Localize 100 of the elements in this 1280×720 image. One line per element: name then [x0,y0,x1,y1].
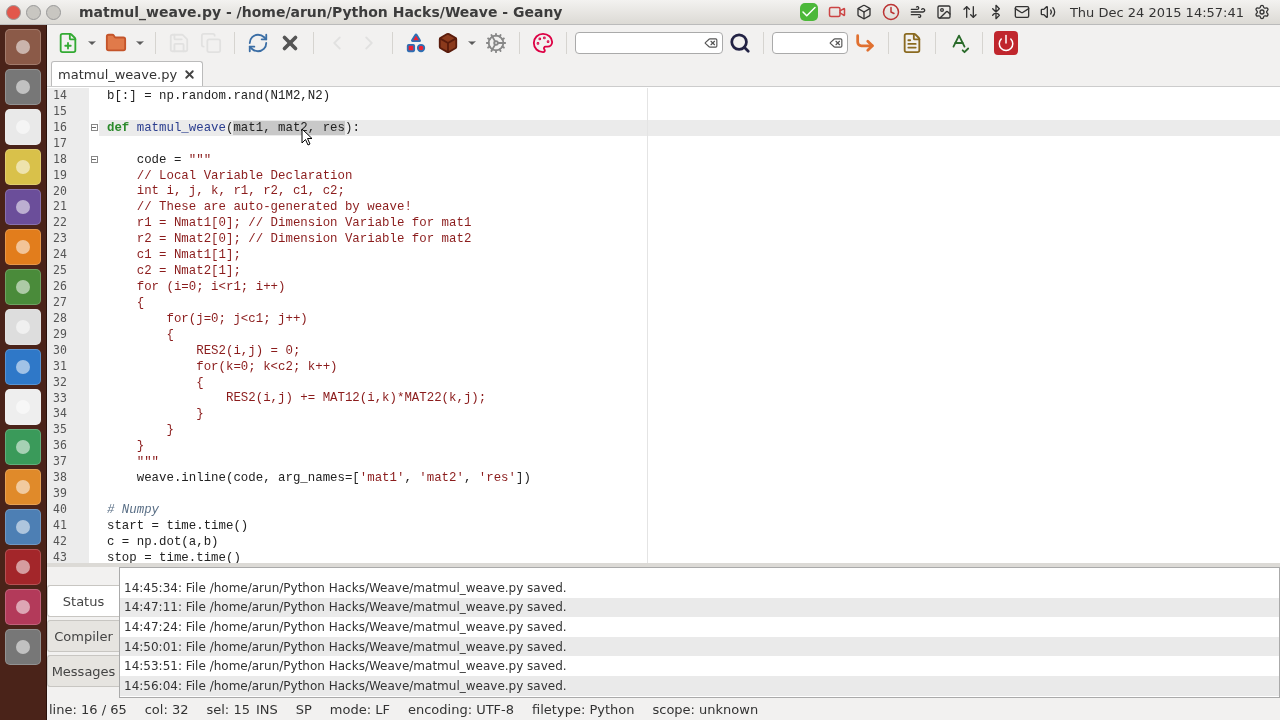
log-entry: 14:56:04: File /home/arun/Python Hacks/Weave/matmul_weave.py saved. [120,675,1279,696]
line-number: 16 [53,119,68,136]
launcher-app-icon[interactable] [5,309,41,345]
fold-toggle[interactable] [90,156,98,164]
code-line: c1 = Nmat1[1]; [135,248,241,263]
mail-icon[interactable] [1013,4,1030,20]
launcher-app-icon[interactable] [5,269,41,305]
panel-tab[interactable]: Status [47,585,119,617]
code-line: for(j=0; j<c1; j++) [165,311,308,326]
maximize-button[interactable] [46,4,61,20]
code-line: // These are auto-generated by weave! [135,200,412,215]
line-number: 27 [53,295,68,311]
minimize-button[interactable] [26,4,41,20]
log-entry: 14:47:11: File /home/arun/Python Hacks/Weave/matmul_weave.py saved. [120,597,1279,618]
code-line: weave.inline(code, arg_names=['mat1', 'mat2', 'res']) [135,471,531,486]
status-item: mode: LF [329,701,390,717]
line-number: 20 [53,183,68,200]
line-number: 43 [53,549,68,563]
line-number: 32 [53,374,68,391]
log-entry: 14:50:01: File /home/arun/Python Hacks/Weave/matmul_weave.py saved. [120,636,1279,657]
launcher-app-icon[interactable] [5,549,41,585]
status-item: encoding: UTF-8 [407,701,515,717]
code-line: r1 = Nmat1[0]; // Dimension Variable for mat1 [135,216,472,231]
status-item: line: 16 / 65 [49,701,127,717]
clear-icon [704,35,718,50]
search-icon [729,31,751,54]
close-icon[interactable] [183,67,197,81]
check-icon[interactable] [799,3,818,21]
launcher-app-icon[interactable] [5,629,41,665]
line-number: 42 [53,533,68,550]
launcher-app-icon[interactable] [5,389,41,425]
launcher-app-icon[interactable] [5,109,41,145]
line-number: 34 [53,406,68,423]
code-line: c2 = Nmat2[1]; [135,264,241,279]
line-number: 36 [53,438,68,455]
launcher-app-icon[interactable] [5,149,41,185]
code-line: c = np.dot(a,b) [106,534,219,549]
launcher-app-icon[interactable] [5,229,41,265]
line-number: 37 [53,454,68,471]
line-number: 15 [53,103,68,120]
code-line: """ [135,455,160,470]
status-item: sel: 15 [206,701,250,717]
code-line: start = time.time() [106,518,249,533]
settings-icon[interactable] [1254,4,1270,20]
status-item: col: 32 [144,701,189,717]
line-number: 39 [53,486,68,502]
status-item: INS [255,701,278,717]
code-line: stop = time.time() [106,550,241,563]
code-line: code = """ [135,152,212,167]
launcher-app-icon[interactable] [5,29,41,65]
line-number: 40 [53,501,68,518]
code-line: { [135,295,145,310]
document-tab[interactable]: matmul_weave.py [51,61,204,86]
clock-text[interactable]: Thu Dec 24 2015 14:57:41 [1069,4,1244,20]
search-field[interactable] [575,31,723,54]
line-number: 25 [53,263,68,280]
launcher-app-icon[interactable] [5,189,41,225]
code-line: def matmul_weave(mat1, mat2, res): [106,120,360,135]
code-line: { [195,375,204,390]
launcher-app-icon[interactable] [5,469,41,505]
alarm-clock-icon[interactable] [881,3,900,21]
code-line: RES2(i,j) = 0; [195,343,301,358]
code-line: } [135,439,145,454]
document-icon [901,31,923,54]
panel-tab[interactable]: Compiler [47,620,119,652]
line-number: 21 [53,199,68,216]
panel-tab[interactable]: Messages [47,655,119,687]
clear-icon [829,35,843,50]
status-item: scope: unknown [652,701,759,717]
window-title: matmul_weave.py - /home/arun/Python Hacks/Weave - Geany [79,4,564,20]
status-item: SP [295,701,312,717]
fold-toggle[interactable] [90,124,98,132]
code-line: RES2(i,j) += MAT12(i,k)*MAT22(k,j); [224,391,487,406]
code-line: r2 = Nmat2[0]; // Dimension Variable for mat2 [135,232,472,247]
line-number: 33 [53,390,68,407]
launcher-app-icon[interactable] [5,509,41,545]
code-line: for(k=0; k<c2; k++) [195,359,338,374]
network-icon[interactable] [961,4,978,20]
code-line: } [195,407,204,422]
launcher-app-icon[interactable] [5,69,41,105]
code-line: int i, j, k, r1, r2, c1, c2; [135,184,345,199]
status-item: filetype: Python [532,701,635,717]
close-window-button[interactable] [6,4,21,20]
line-number: 22 [53,215,68,232]
code-line: // Local Variable Declaration [135,168,353,183]
image-icon[interactable] [935,4,952,20]
jump-arrow-icon [854,31,876,54]
launcher-app-icon[interactable] [5,349,41,385]
line-number-field[interactable] [772,31,848,54]
box-icon[interactable] [855,4,872,20]
new-file-icon [57,31,79,54]
volume-icon[interactable] [1039,4,1056,20]
line-number: 14 [53,88,68,104]
line-number: 26 [53,279,68,295]
launcher-app-icon[interactable] [5,589,41,625]
folder-icon [105,31,127,54]
launcher-app-icon[interactable] [5,429,41,465]
line-number: 35 [53,422,68,439]
line-number: 19 [53,167,68,184]
shapes-icon [405,31,427,54]
